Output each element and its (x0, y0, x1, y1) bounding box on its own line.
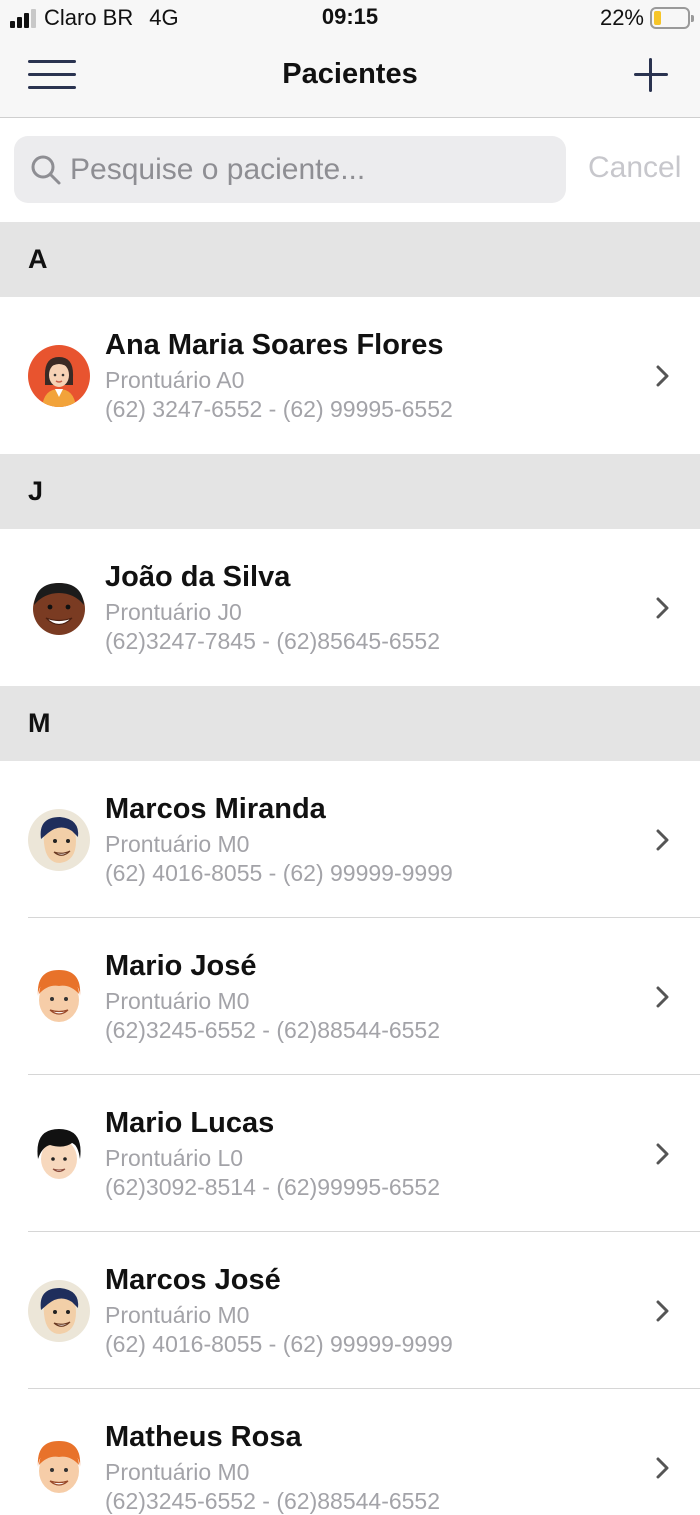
search-field-container[interactable] (14, 136, 566, 203)
woman-avatar-icon (28, 345, 90, 407)
patient-row[interactable]: Mario José Prontuário M0 (62)3245-6552 -… (0, 918, 700, 1075)
patient-row[interactable]: Ana Maria Soares Flores Prontuário A0 (6… (0, 297, 700, 454)
patient-row[interactable]: Matheus Rosa Prontuário M0 (62)3245-6552… (0, 1389, 700, 1515)
patient-row[interactable]: Marcos José Prontuário M0 (62) 4016-8055… (0, 1232, 700, 1389)
chevron-right-icon (656, 1457, 669, 1479)
patient-record: Prontuário M0 (105, 1459, 250, 1485)
patient-phones: (62)3092-8514 - (62)99995-6552 (105, 1174, 441, 1200)
patient-record: Prontuário J0 (105, 599, 242, 625)
patient-phones: (62)3245-6552 - (62)88544-6552 (105, 1017, 441, 1043)
patient-row[interactable]: Marcos Miranda Prontuário M0 (62) 4016-8… (0, 761, 700, 918)
chevron-right-icon (656, 1300, 669, 1322)
status-bar: Claro BR 4G 09:15 22% (0, 0, 700, 36)
patient-record: Prontuário M0 (105, 831, 250, 857)
chevron-right-icon (656, 365, 669, 387)
chevron-right-icon (656, 829, 669, 851)
patient-record: Prontuário M0 (105, 988, 250, 1014)
patient-phones: (62) 3247-6552 - (62) 99995-6552 (105, 396, 453, 422)
patient-name: Mario José (105, 950, 257, 982)
patient-name: Marcos José (105, 1264, 281, 1296)
patient-record: Prontuário L0 (105, 1145, 244, 1171)
search-icon (31, 155, 61, 185)
patient-name: Ana Maria Soares Flores (105, 329, 444, 361)
section-header-m: M (0, 686, 700, 761)
man-black-hair-avatar-icon (28, 1123, 90, 1185)
patient-name: Matheus Rosa (105, 1421, 302, 1453)
clock: 09:15 (321, 4, 379, 29)
man-blue-hair-avatar-icon (28, 1280, 90, 1342)
chevron-right-icon (656, 986, 669, 1008)
section-header-j: J (0, 454, 700, 529)
man-red-hair-avatar-icon (28, 966, 90, 1028)
patient-name: Marcos Miranda (105, 793, 326, 825)
search-bar: Cancel (0, 119, 700, 222)
search-input[interactable] (70, 136, 560, 203)
patient-row[interactable]: Mario Lucas Prontuário L0 (62)3092-8514 … (0, 1075, 700, 1232)
section-header-a: A (0, 222, 700, 297)
battery-icon (650, 7, 694, 29)
man-dark-avatar-icon (28, 577, 90, 639)
patient-record: Prontuário A0 (105, 367, 245, 393)
add-patient-plus-icon[interactable] (634, 58, 668, 92)
patient-name: João da Silva (105, 561, 291, 593)
patient-phones: (62) 4016-8055 - (62) 99999-9999 (105, 860, 453, 886)
patient-name: Mario Lucas (105, 1107, 275, 1139)
man-red-hair-avatar-icon (28, 1437, 90, 1499)
chevron-right-icon (656, 597, 669, 619)
patient-row[interactable]: João da Silva Prontuário J0 (62)3247-784… (0, 529, 700, 686)
cancel-button[interactable]: Cancel (588, 151, 681, 185)
patient-list: A Ana Maria Soares Flores Prontuário A0 … (0, 222, 700, 1515)
page-title: Pacientes (282, 58, 418, 90)
chevron-right-icon (656, 1143, 669, 1165)
patient-phones: (62) 4016-8055 - (62) 99999-9999 (105, 1331, 453, 1357)
navigation-bar: Pacientes (0, 36, 700, 118)
patient-phones: (62)3247-7845 - (62)85645-6552 (105, 628, 441, 654)
man-blue-hair-avatar-icon (28, 809, 90, 871)
status-right: 22% (599, 4, 694, 32)
patient-record: Prontuário M0 (105, 1302, 250, 1328)
patient-phones: (62)3245-6552 - (62)88544-6552 (105, 1488, 441, 1514)
battery-percent: 22% (599, 5, 644, 30)
